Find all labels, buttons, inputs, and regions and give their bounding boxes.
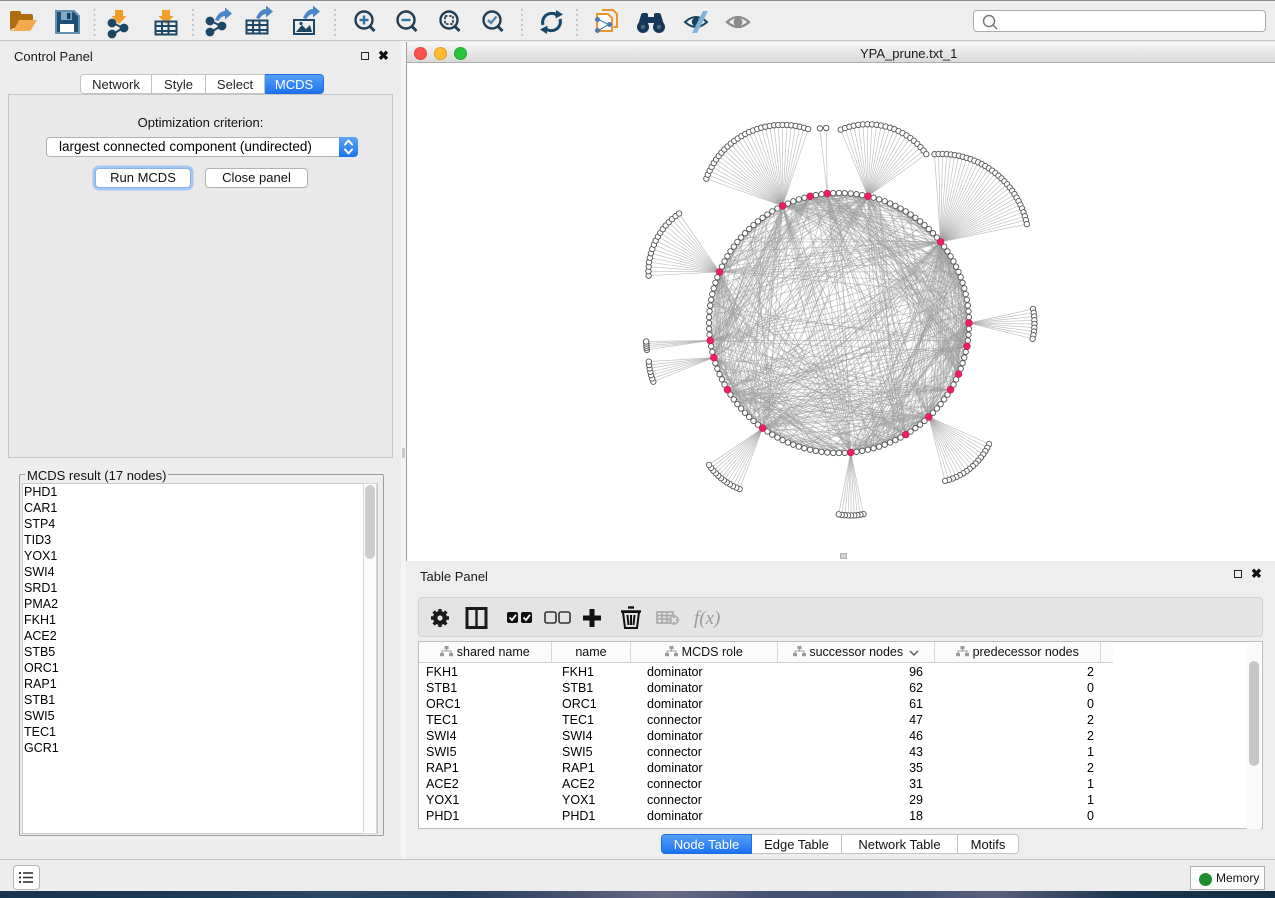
svg-text:f(x): f(x): [694, 608, 720, 629]
